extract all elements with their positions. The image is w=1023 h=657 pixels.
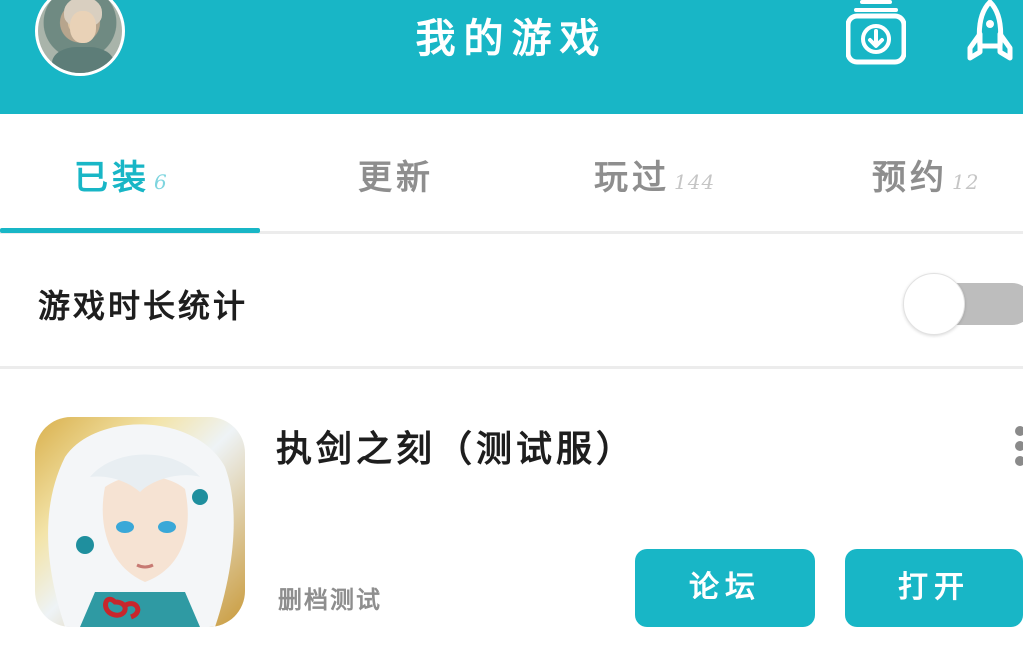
game-icon-art [48, 424, 234, 627]
rocket-icon[interactable] [966, 0, 1014, 66]
tab-count: 6 [154, 170, 168, 194]
more-dot [1015, 426, 1023, 436]
tab-label: 玩过 [594, 158, 670, 198]
more-vertical-icon[interactable] [1012, 424, 1023, 468]
playtime-stat-toggle[interactable] [903, 273, 1023, 335]
tab-count: 12 [952, 170, 980, 194]
game-subtitle: 删档测试 [278, 585, 382, 614]
game-title: 执剑之刻（测试服） [276, 428, 637, 470]
tab-label: 已装 [74, 158, 150, 198]
tab-label: 预约 [872, 158, 948, 198]
playtime-stat-label: 游戏时长统计 [38, 287, 249, 325]
tab-reserve[interactable]: 预约 12 [872, 150, 979, 200]
tab-played[interactable]: 玩过 144 [594, 150, 715, 200]
forum-button[interactable]: 论坛 [635, 549, 815, 627]
more-dot [1015, 456, 1023, 466]
tab-label: 更新 [358, 158, 434, 198]
active-tab-indicator [0, 228, 260, 233]
download-icon[interactable] [846, 0, 906, 66]
open-button[interactable]: 打开 [845, 549, 1023, 627]
more-dot [1015, 441, 1023, 451]
tab-update[interactable]: 更新 [358, 150, 438, 200]
tab-bar: 已装 6 更新 玩过 144 预约 12 [0, 114, 1023, 234]
tab-count: 144 [674, 170, 716, 194]
game-icon[interactable] [35, 417, 245, 627]
toggle-knob [903, 273, 965, 335]
tab-installed[interactable]: 已装 6 [74, 150, 168, 200]
playtime-stat-row: 游戏时长统计 [0, 237, 1023, 369]
app-header: 我的游戏 [0, 0, 1023, 114]
